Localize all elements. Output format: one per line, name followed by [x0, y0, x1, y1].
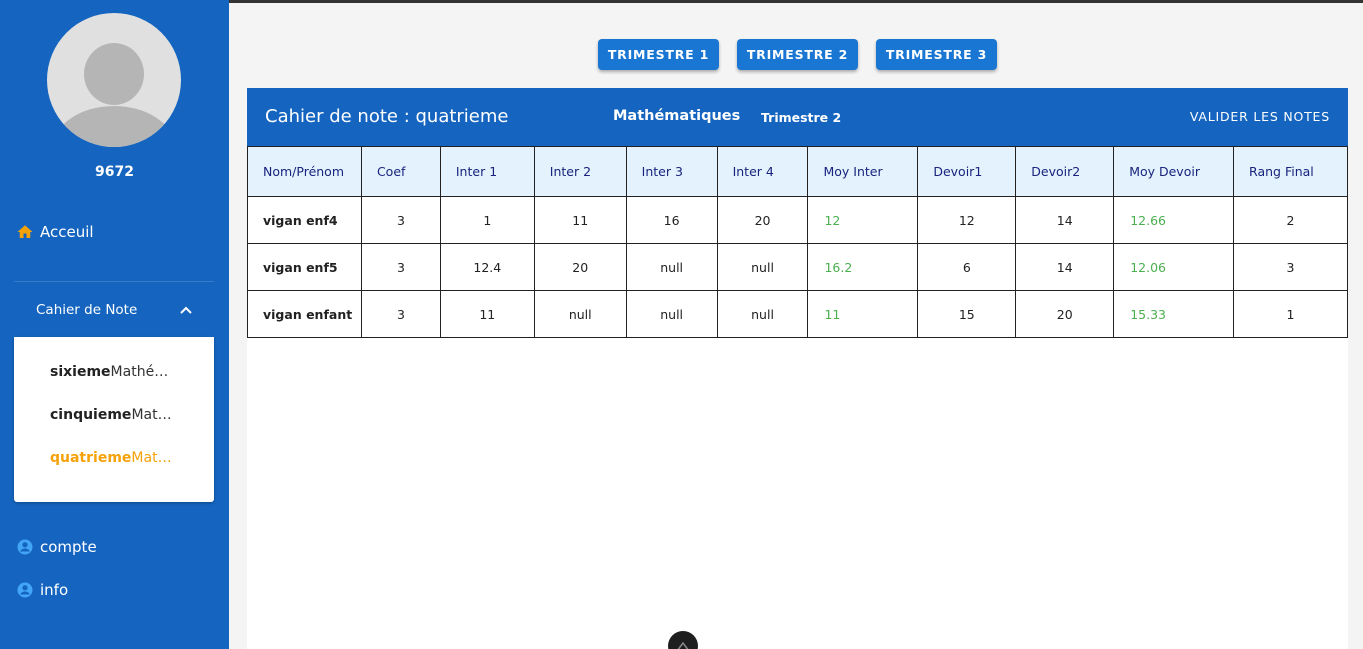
grade-cell[interactable]: 16 [625, 196, 718, 244]
class-subject: Mathématiques [131, 407, 180, 423]
column-header: Moy Inter [807, 146, 919, 197]
average-cell: 16.2 [807, 243, 919, 291]
table-row: vigan enf4 3 1 11 16 20 12 12 14 12.66 2 [247, 196, 1348, 244]
column-header: Devoir1 [917, 146, 1017, 197]
chevron-up-icon [180, 302, 192, 318]
average-cell: 11 [807, 290, 919, 338]
avatar-body-shape [54, 106, 174, 147]
grade-cell[interactable]: 20 [533, 243, 627, 291]
class-list: sixiemeMathématiques cinquiemeMathématiq… [14, 337, 214, 502]
table-header-row: Nom/Prénom Coef Inter 1 Inter 2 Inter 3 … [247, 146, 1348, 197]
grade-cell[interactable]: 20 [716, 196, 809, 244]
student-name: vigan enf5 [247, 243, 362, 291]
grade-cell[interactable]: 1 [439, 196, 535, 244]
class-item-quatrieme[interactable]: quatriemeMathématiques [50, 450, 180, 466]
cahier-de-note-label: Cahier de Note [36, 301, 138, 318]
grade-cell[interactable]: null [533, 290, 627, 338]
column-header: Moy Devoir [1113, 146, 1235, 197]
rank-cell: 2 [1233, 196, 1348, 244]
class-subject: Mathématiques [110, 364, 180, 380]
rank-cell: 3 [1233, 243, 1348, 291]
grade-cell[interactable]: 6 [917, 243, 1017, 291]
grade-cell[interactable]: 14 [1015, 243, 1115, 291]
grade-cell[interactable]: null [625, 243, 718, 291]
page-title: Cahier de note : quatrieme [265, 106, 509, 127]
username: 9672 [95, 164, 134, 180]
coef-cell: 3 [360, 196, 441, 244]
average-cell: 12.66 [1113, 196, 1235, 244]
subject-label: Mathématiques [613, 108, 741, 124]
grade-cell[interactable]: 14 [1015, 196, 1115, 244]
avatar-head-shape [84, 43, 144, 105]
grade-cell[interactable]: 12 [917, 196, 1017, 244]
average-cell: 12.06 [1113, 243, 1235, 291]
mountain-icon [677, 641, 689, 649]
column-header: Inter 3 [625, 146, 718, 197]
grade-cell[interactable]: 20 [1015, 290, 1115, 338]
class-name: cinquieme [50, 407, 132, 423]
grade-cell[interactable]: 12.4 [439, 243, 535, 291]
grade-cell[interactable]: 15 [917, 290, 1017, 338]
rank-cell: 1 [1233, 290, 1348, 338]
column-header: Inter 4 [716, 146, 809, 197]
grade-cell[interactable]: 11 [439, 290, 535, 338]
validate-grades-button[interactable]: VALIDER LES NOTES [1190, 109, 1330, 124]
class-item-cinquieme[interactable]: cinquiemeMathématiques [50, 407, 180, 423]
table-row: vigan enf5 3 12.4 20 null null 16.2 6 14… [247, 243, 1348, 291]
column-header: Inter 2 [533, 146, 627, 197]
column-header: Nom/Prénom [247, 146, 362, 197]
account-circle-icon [16, 581, 34, 599]
column-header: Devoir2 [1015, 146, 1115, 197]
class-subject: Mathématiques [131, 450, 180, 466]
trimestre-3-button[interactable]: TRIMESTRE 3 [876, 39, 997, 70]
avatar [47, 13, 181, 147]
coef-cell: 3 [360, 290, 441, 338]
column-header: Rang Final [1233, 146, 1348, 197]
grades-table: Nom/Prénom Coef Inter 1 Inter 2 Inter 3 … [247, 146, 1348, 338]
student-name: vigan enfant [247, 290, 362, 338]
class-item-sixieme[interactable]: sixiemeMathématiques [50, 364, 180, 380]
grade-book-panel: Cahier de note : quatrieme Mathématiques… [247, 88, 1348, 649]
nav-info-label: info [40, 581, 69, 599]
cahier-de-note-toggle[interactable]: Cahier de Note [14, 281, 214, 337]
account-circle-icon [16, 538, 34, 556]
trimester-label: Trimestre 2 [761, 110, 842, 125]
home-icon [16, 223, 34, 241]
trimestre-2-button[interactable]: TRIMESTRE 2 [737, 39, 858, 70]
nav-compte-label: compte [40, 538, 97, 556]
nav-info[interactable]: info [16, 581, 68, 599]
column-header: Coef [360, 146, 441, 197]
average-cell: 12 [807, 196, 919, 244]
class-name: sixieme [50, 364, 111, 380]
panel-header: Cahier de note : quatrieme Mathématiques… [247, 88, 1348, 146]
table-row: vigan enfant 3 11 null null null 11 15 2… [247, 290, 1348, 338]
trimestre-1-button[interactable]: TRIMESTRE 1 [598, 39, 719, 70]
grade-cell[interactable]: null [716, 243, 809, 291]
class-name: quatrieme [50, 450, 132, 466]
average-cell: 15.33 [1113, 290, 1235, 338]
nav-accueil[interactable]: Acceuil [16, 223, 94, 241]
sidebar: 9672 Acceuil Cahier de Note sixiemeMathé… [0, 0, 229, 649]
student-name: vigan enf4 [247, 196, 362, 244]
nav-accueil-label: Acceuil [40, 223, 94, 241]
grade-cell[interactable]: 11 [533, 196, 627, 244]
coef-cell: 3 [360, 243, 441, 291]
grade-cell[interactable]: null [716, 290, 809, 338]
nav-compte[interactable]: compte [16, 538, 97, 556]
column-header: Inter 1 [439, 146, 535, 197]
grade-cell[interactable]: null [625, 290, 718, 338]
